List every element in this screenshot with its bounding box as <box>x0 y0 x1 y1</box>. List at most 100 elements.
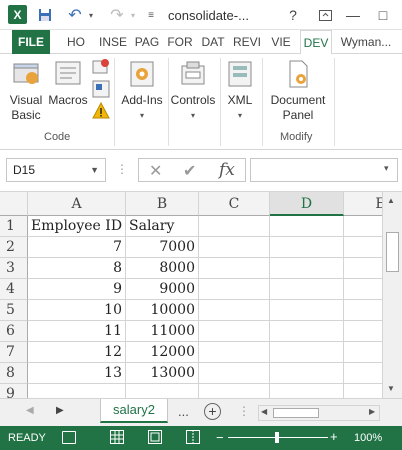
horizontal-scrollbar[interactable]: ◀ ▶ <box>258 405 380 421</box>
more-sheets-button[interactable]: ... <box>178 404 189 419</box>
tab-home[interactable]: HO <box>62 30 90 54</box>
select-all-corner[interactable] <box>0 192 28 216</box>
cell-b7[interactable]: 12000 <box>126 342 199 363</box>
worksheet-grid[interactable]: A B C D E 1 Employee ID Salary 2 7 7000 … <box>0 192 382 398</box>
cell[interactable] <box>199 363 270 384</box>
normal-view-icon[interactable] <box>110 430 124 447</box>
tab-developer[interactable]: DEV <box>300 30 332 55</box>
ribbon-display-options-icon[interactable] <box>314 4 336 26</box>
cell[interactable] <box>199 258 270 279</box>
tab-page-layout[interactable]: PAG <box>132 30 162 54</box>
cell[interactable] <box>344 321 382 342</box>
cell[interactable] <box>270 279 344 300</box>
cell-b6[interactable]: 11000 <box>126 321 199 342</box>
cell[interactable] <box>199 321 270 342</box>
cell[interactable] <box>344 258 382 279</box>
maximize-button[interactable]: □ <box>372 4 394 26</box>
redo-dropdown-icon[interactable]: ▾ <box>128 5 138 25</box>
scroll-left-icon[interactable]: ◀ <box>261 407 267 416</box>
visual-basic-button[interactable]: Visual Basic <box>4 58 48 123</box>
column-header-b[interactable]: B <box>126 192 199 216</box>
cell-a3[interactable]: 8 <box>28 258 126 279</box>
scroll-down-icon[interactable]: ▼ <box>387 384 395 393</box>
xml-button[interactable]: XML ▾ <box>222 58 258 123</box>
insert-function-icon[interactable]: fx <box>219 160 235 180</box>
row-header[interactable]: 3 <box>0 258 28 279</box>
cell[interactable] <box>344 363 382 384</box>
row-header[interactable]: 4 <box>0 279 28 300</box>
record-macro-icon[interactable] <box>92 58 110 79</box>
cell-b8[interactable]: 13000 <box>126 363 199 384</box>
cell[interactable] <box>344 279 382 300</box>
name-box-dropdown-icon[interactable]: ▼ <box>90 159 99 181</box>
cell[interactable] <box>126 384 199 398</box>
tab-review[interactable]: REVI <box>232 30 262 54</box>
cell-a7[interactable]: 12 <box>28 342 126 363</box>
tab-data[interactable]: DAT <box>198 30 228 54</box>
sheet-tab-salary2[interactable]: salary2 <box>100 399 168 423</box>
cell[interactable] <box>199 384 270 398</box>
expand-formula-bar-icon[interactable]: ▾ <box>384 163 389 174</box>
cell[interactable] <box>270 300 344 321</box>
vertical-scrollbar[interactable]: ▲ ▼ <box>382 192 402 398</box>
row-header[interactable]: 7 <box>0 342 28 363</box>
zoom-in-button[interactable]: + <box>330 429 338 444</box>
cancel-icon[interactable]: ✕ <box>149 161 162 181</box>
zoom-slider-thumb[interactable] <box>275 432 279 443</box>
tab-formulas[interactable]: FOR <box>166 30 194 54</box>
cell-a8[interactable]: 13 <box>28 363 126 384</box>
row-header[interactable]: 8 <box>0 363 28 384</box>
cell[interactable] <box>344 384 382 398</box>
cell[interactable] <box>270 216 344 237</box>
cell[interactable] <box>199 216 270 237</box>
controls-button[interactable]: Controls ▾ <box>168 58 218 123</box>
cell-b1[interactable]: Salary <box>126 216 199 237</box>
cell[interactable] <box>270 321 344 342</box>
tab-file[interactable]: FILE <box>12 30 50 54</box>
column-header-e[interactable]: E <box>344 192 382 216</box>
vertical-scroll-thumb[interactable] <box>386 232 399 272</box>
zoom-out-button[interactable]: − <box>216 430 224 445</box>
cell[interactable] <box>270 342 344 363</box>
cell[interactable] <box>199 279 270 300</box>
save-icon[interactable] <box>36 5 54 25</box>
macros-button[interactable]: Macros <box>48 58 88 108</box>
macro-recording-icon[interactable] <box>62 431 76 444</box>
undo-icon[interactable]: ↶ <box>64 5 86 25</box>
previous-sheet-icon[interactable]: ◀ <box>26 405 34 416</box>
cell[interactable] <box>199 300 270 321</box>
cell-a2[interactable]: 7 <box>28 237 126 258</box>
page-layout-view-icon[interactable] <box>148 430 162 447</box>
row-header[interactable]: 5 <box>0 300 28 321</box>
zoom-level[interactable]: 100% <box>354 432 382 444</box>
macro-security-icon[interactable] <box>92 101 110 123</box>
scroll-right-icon[interactable]: ▶ <box>369 407 375 416</box>
cell-a4[interactable]: 9 <box>28 279 126 300</box>
column-header-c[interactable]: C <box>199 192 270 216</box>
customize-toolbar-icon[interactable]: ≡ <box>144 5 158 25</box>
next-sheet-icon[interactable]: ▶ <box>56 405 64 416</box>
minimize-button[interactable]: — <box>342 4 364 26</box>
cell-a5[interactable]: 10 <box>28 300 126 321</box>
formula-input[interactable] <box>250 158 398 182</box>
cell-b3[interactable]: 8000 <box>126 258 199 279</box>
tab-view[interactable]: VIE <box>266 30 296 54</box>
row-header[interactable]: 6 <box>0 321 28 342</box>
cell-b4[interactable]: 9000 <box>126 279 199 300</box>
page-break-view-icon[interactable] <box>186 430 200 447</box>
enter-icon[interactable]: ✔ <box>183 161 196 181</box>
cell[interactable] <box>344 342 382 363</box>
cell[interactable] <box>28 384 126 398</box>
cell[interactable] <box>344 216 382 237</box>
cell-b5[interactable]: 10000 <box>126 300 199 321</box>
cell-b2[interactable]: 7000 <box>126 237 199 258</box>
tab-insert[interactable]: INSE <box>96 30 130 54</box>
cell[interactable] <box>270 363 344 384</box>
excel-logo-icon[interactable]: X <box>8 5 27 24</box>
tab-user-account[interactable]: Wyman... <box>338 30 394 54</box>
horizontal-scroll-thumb[interactable] <box>273 408 319 418</box>
column-header-d[interactable]: D <box>270 192 344 216</box>
document-panel-button[interactable]: Document Panel <box>266 58 330 123</box>
redo-icon[interactable]: ↷ <box>106 5 128 25</box>
new-sheet-icon[interactable]: + <box>204 403 221 420</box>
